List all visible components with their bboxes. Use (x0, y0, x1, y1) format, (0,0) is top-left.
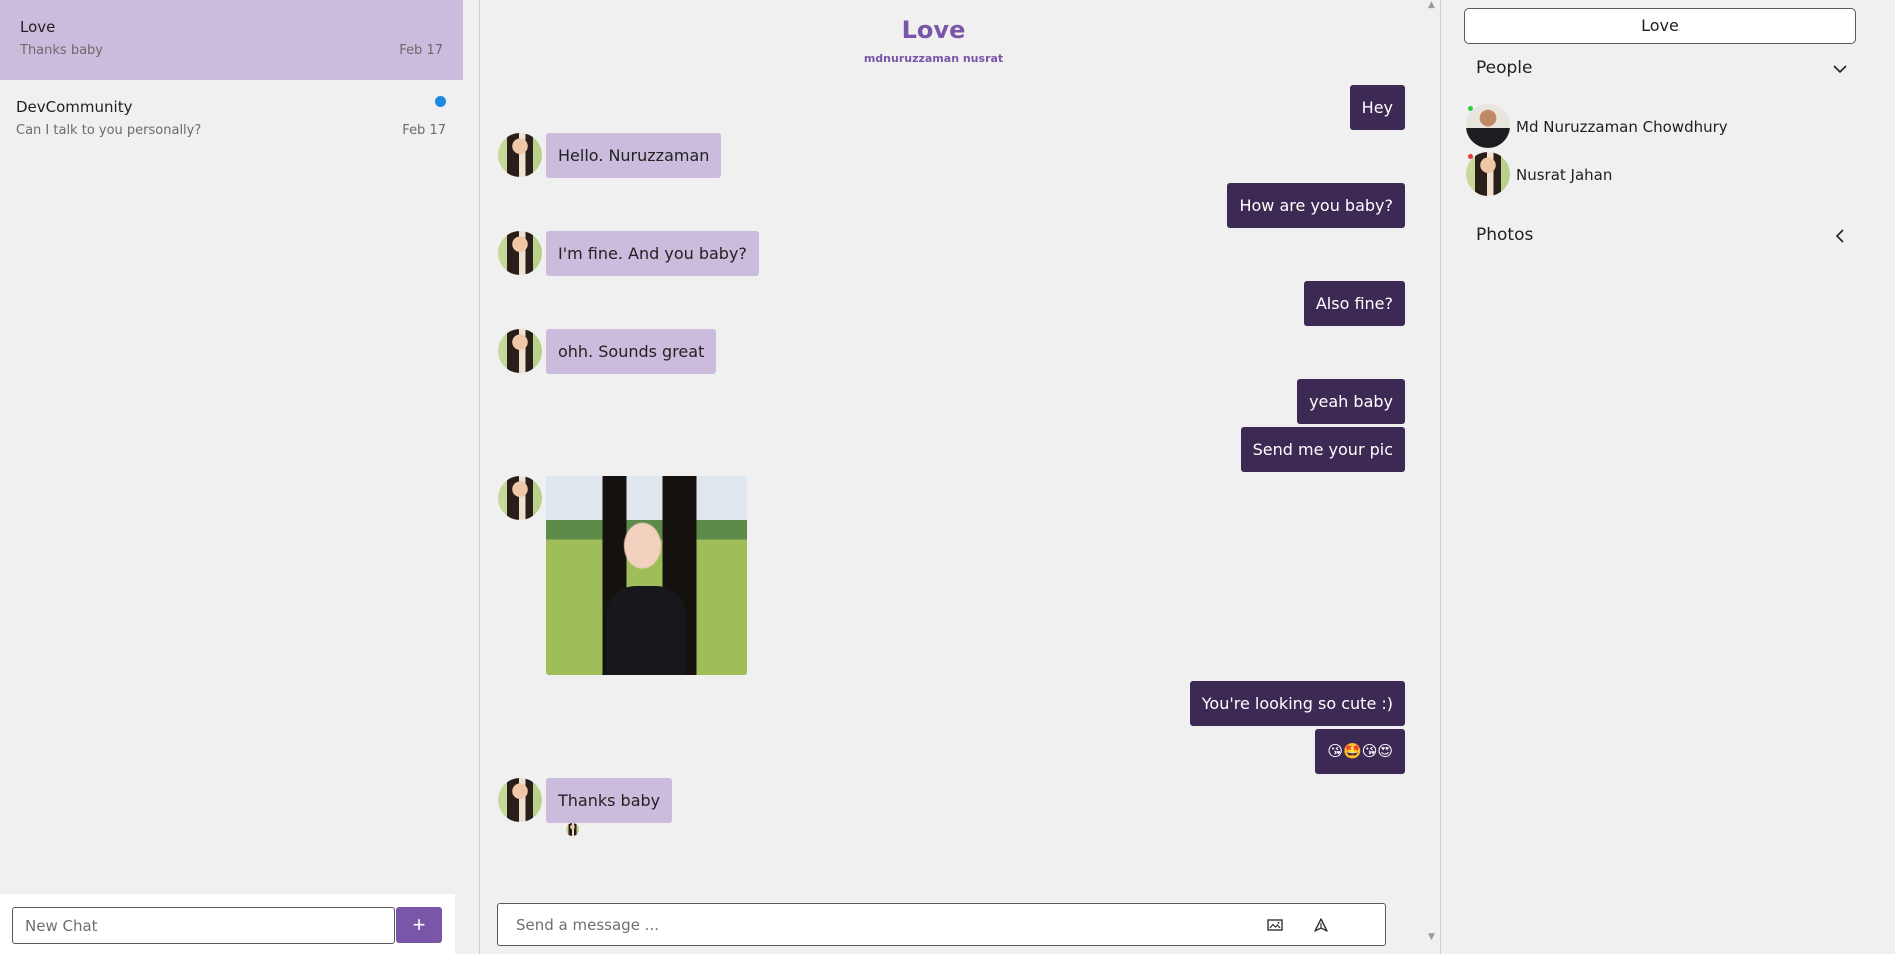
photo-subject (606, 586, 686, 675)
person-avatar (1466, 104, 1510, 148)
message-input[interactable] (516, 914, 1216, 936)
photos-section-header[interactable]: Photos (1476, 225, 1533, 245)
read-receipt-avatar (566, 823, 579, 836)
people-section-header[interactable]: People (1476, 58, 1532, 78)
message-outgoing: yeah baby (1297, 379, 1405, 424)
message-outgoing-emoji: 😘🤩😘😍 (1315, 729, 1405, 774)
chevron-down-icon[interactable] (1832, 61, 1848, 77)
chat-title: Love (901, 16, 966, 44)
sidebar-divider (479, 0, 480, 954)
chat-participants: mdnuruzzaman nusrat (863, 52, 1004, 65)
chat-list-sidebar: Love Thanks baby Feb 17 DevCommunity Can… (0, 0, 463, 954)
person-avatar (1466, 152, 1510, 196)
message-image[interactable] (546, 476, 747, 675)
chevron-left-icon[interactable] (1832, 228, 1848, 244)
chat-list-item-preview: Thanks baby (20, 43, 103, 58)
unread-indicator (435, 96, 446, 107)
online-status-dot (1468, 106, 1473, 111)
send-icon[interactable] (1311, 915, 1331, 935)
chat-settings-title-button[interactable]: Love (1464, 8, 1856, 44)
message-composer (497, 903, 1386, 946)
scroll-down-arrow-icon[interactable]: ▼ (1428, 932, 1435, 942)
chat-list-item-date: Feb 17 (402, 123, 446, 138)
person-name: Md Nuruzzaman Chowdhury (1516, 118, 1728, 136)
message-incoming: ohh. Sounds great (546, 329, 717, 374)
sender-avatar (498, 329, 542, 373)
message-outgoing: Send me your pic (1240, 427, 1405, 472)
add-chat-button[interactable]: + (396, 907, 442, 943)
chat-list-item-date: Feb 17 (399, 43, 443, 58)
chat-list-item-devcommunity[interactable]: DevCommunity Can I talk to you personall… (0, 80, 463, 160)
sender-avatar (498, 778, 542, 822)
right-panel-divider (1440, 0, 1441, 954)
sender-avatar (498, 133, 542, 177)
message-outgoing: Also fine? (1303, 281, 1405, 326)
sender-avatar (498, 231, 542, 275)
chat-list-item-love[interactable]: Love Thanks baby Feb 17 (0, 0, 463, 80)
message-incoming: Thanks baby (546, 778, 673, 823)
scroll-up-arrow-icon[interactable]: ▲ (1428, 0, 1435, 10)
person-item[interactable]: Nusrat Jahan (1466, 152, 1866, 198)
chat-list-item-title: DevCommunity (16, 98, 133, 116)
chat-list-item-title: Love (20, 18, 56, 36)
person-name: Nusrat Jahan (1516, 166, 1613, 184)
message-outgoing: You're looking so cute :) (1189, 681, 1405, 726)
offline-status-dot (1468, 154, 1473, 159)
message-incoming: I'm fine. And you baby? (546, 231, 759, 276)
chat-list-item-preview: Can I talk to you personally? (16, 123, 202, 138)
new-chat-input[interactable] (12, 907, 395, 944)
person-item[interactable]: Md Nuruzzaman Chowdhury (1466, 104, 1866, 150)
image-icon[interactable] (1265, 915, 1285, 935)
sender-avatar (498, 476, 542, 520)
message-incoming: Hello. Nuruzzaman (546, 133, 722, 178)
message-outgoing: Hey (1349, 85, 1405, 130)
message-outgoing: How are you baby? (1227, 183, 1405, 228)
chat-app: Love Thanks baby Feb 17 DevCommunity Can… (0, 0, 1895, 954)
